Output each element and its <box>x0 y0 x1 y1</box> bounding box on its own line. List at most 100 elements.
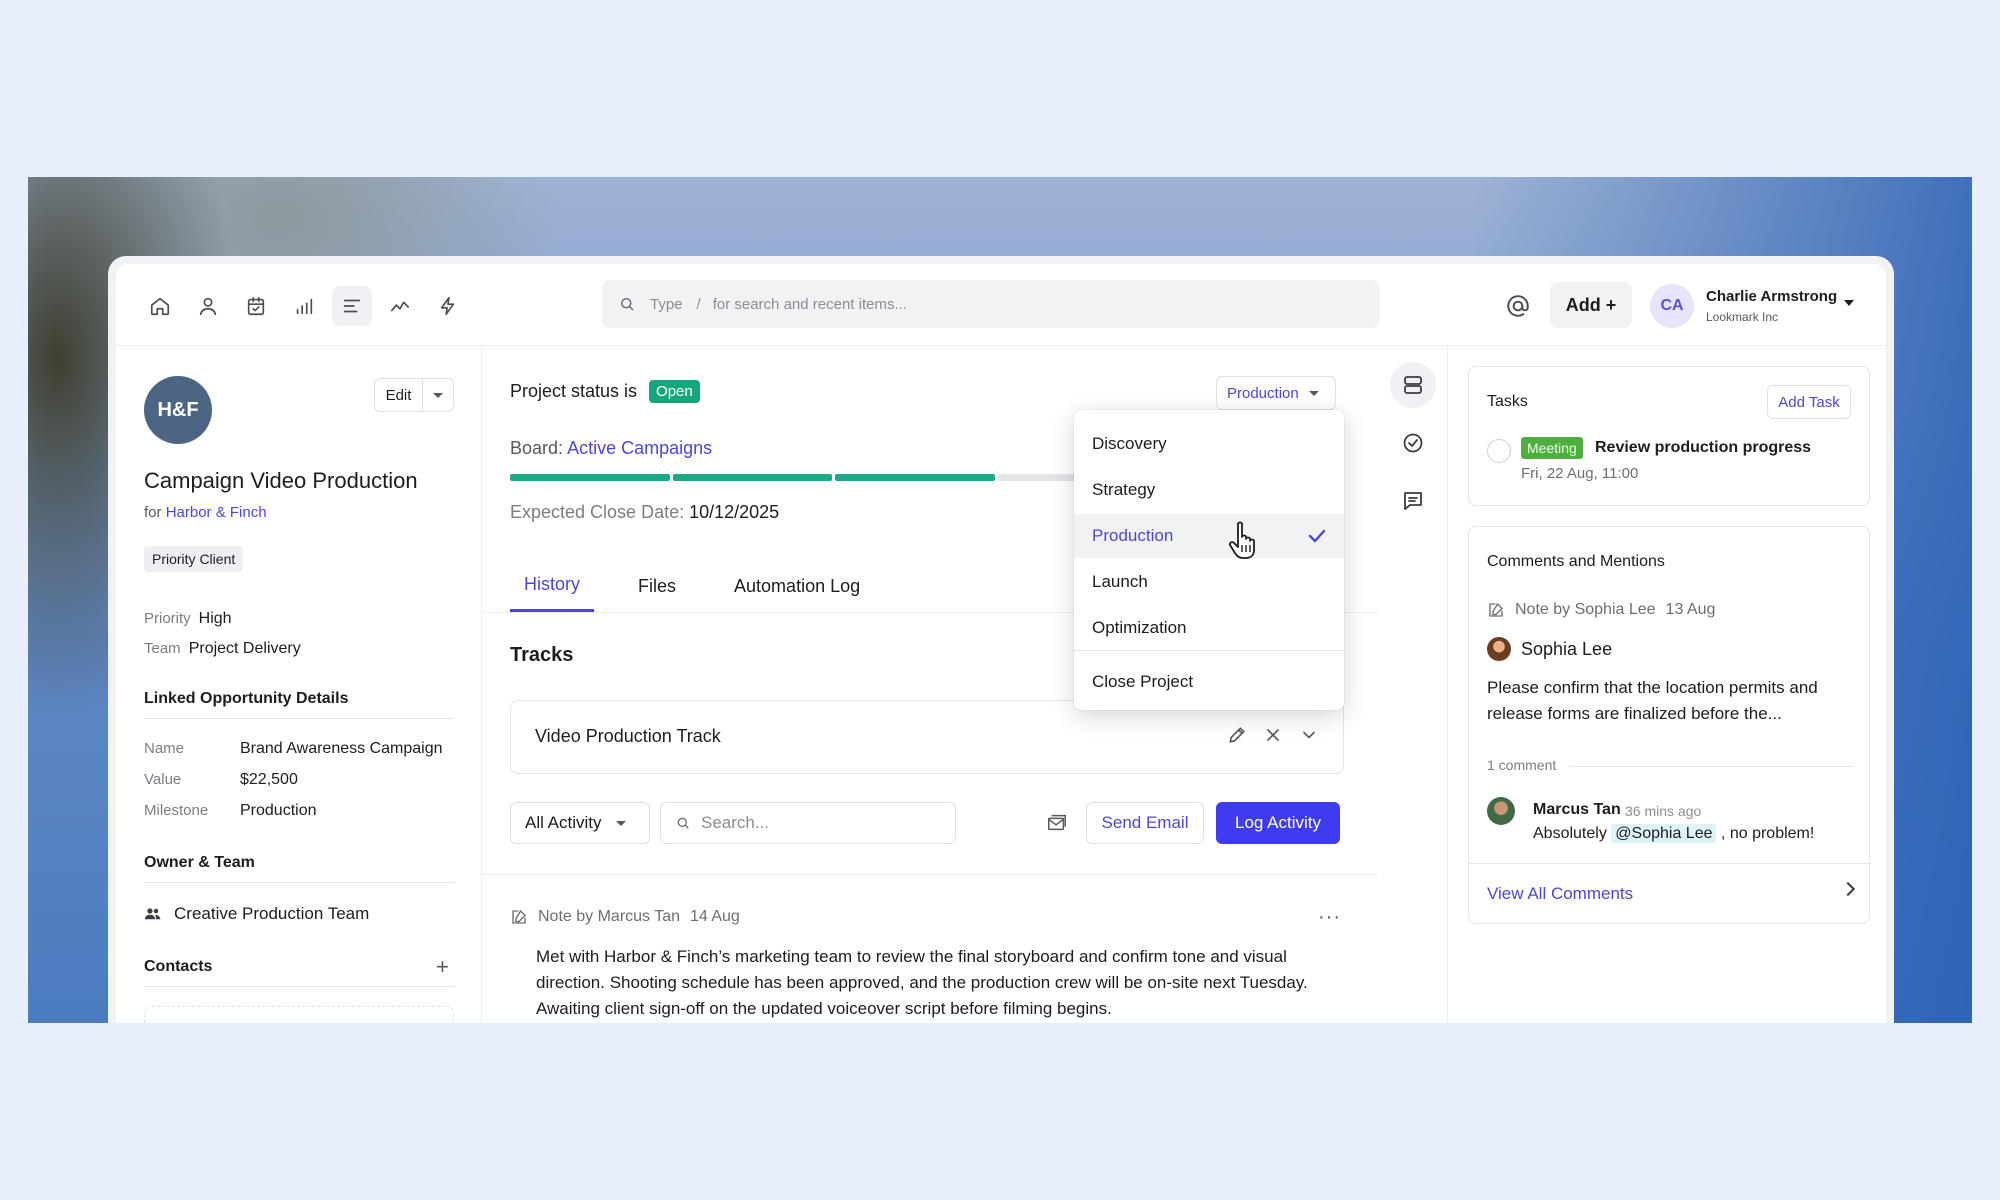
user-menu-chevron-down-icon[interactable] <box>1844 300 1854 306</box>
lightning-icon <box>440 296 455 316</box>
note-date: 14 Aug <box>690 908 740 925</box>
track-actions <box>1227 725 1319 745</box>
comment-count[interactable]: 1 comment <box>1487 757 1556 773</box>
nav-projects[interactable] <box>332 286 372 326</box>
home-icon <box>150 297 170 316</box>
app-surface: Type / for search and recent items... Ad… <box>116 264 1886 1023</box>
add-button[interactable]: Add + <box>1550 282 1632 328</box>
stage-select[interactable]: Production <box>1216 376 1336 410</box>
project-title: Campaign Video Production <box>144 468 418 493</box>
contacts-empty-dropzone[interactable] <box>144 1006 454 1023</box>
activity-filter-select[interactable]: All Activity <box>510 802 650 844</box>
note-edit-icon <box>512 909 526 924</box>
nav-home[interactable] <box>140 286 180 326</box>
priority-row: Priority High <box>144 610 232 628</box>
owner-team-item[interactable]: Creative Production Team <box>144 904 369 924</box>
user-avatar[interactable]: CA <box>1650 284 1694 328</box>
activity-search-placeholder: Search... <box>701 813 770 832</box>
close-icon[interactable] <box>1263 725 1283 745</box>
rail-tasks-button[interactable] <box>1390 420 1436 466</box>
stage-option-discovery[interactable]: Discovery <box>1074 422 1344 466</box>
comment-count-divider <box>1569 766 1853 767</box>
task-title[interactable]: Review production progress <box>1595 439 1811 457</box>
detail-value: $22,500 <box>240 771 298 788</box>
stage-option-strategy[interactable]: Strategy <box>1074 468 1344 512</box>
chevron-down-icon[interactable] <box>1299 725 1319 745</box>
add-task-button[interactable]: Add Task <box>1767 385 1851 419</box>
mentions-button[interactable] <box>1498 286 1538 326</box>
project-client-line: for Harbor & Finch <box>144 504 267 521</box>
search-type-label: Type <box>650 295 683 313</box>
stage-option-launch[interactable]: Launch <box>1074 560 1344 604</box>
project-status-line: Project status is Open <box>510 380 700 403</box>
pencil-icon[interactable] <box>1227 725 1247 745</box>
activity-divider <box>482 874 1378 875</box>
calendar-icon <box>247 296 265 316</box>
comment-author: Sophia Lee <box>1487 637 1612 661</box>
activity-sidebar: Tasks Add Task Meeting Review production… <box>1448 346 1886 1023</box>
detail-value: Production <box>240 802 317 819</box>
client-link[interactable]: Harbor & Finch <box>166 504 267 521</box>
progress-segment-complete <box>835 474 995 481</box>
status-badge: Open <box>649 380 700 403</box>
more-options-icon[interactable]: ··· <box>1318 906 1341 929</box>
nav-automations[interactable] <box>428 286 468 326</box>
chevron-down-icon <box>1308 390 1319 396</box>
nav-reports[interactable] <box>284 286 324 326</box>
priority-value: High <box>198 610 232 627</box>
add-contact-plus-icon[interactable]: + <box>436 954 449 980</box>
view-all-comments-link[interactable]: View All Comments <box>1469 863 1871 923</box>
close-project-option[interactable]: Close Project <box>1074 660 1344 704</box>
tab-automation-log[interactable]: Automation Log <box>720 560 874 612</box>
track-card[interactable]: Video Production Track <box>510 700 1344 774</box>
stage-option-optimization[interactable]: Optimization <box>1074 606 1344 650</box>
contacts-heading: Contacts <box>144 958 454 987</box>
owner-team-heading: Owner & Team <box>144 854 454 883</box>
reply-timestamp: 36 mins ago <box>1625 803 1702 819</box>
nav-analytics[interactable] <box>380 286 420 326</box>
rail-comments-button[interactable] <box>1390 478 1436 524</box>
activity-search-input[interactable]: Search... <box>660 802 956 844</box>
stage-dropdown-menu: Discovery Strategy Production Launch Opt… <box>1074 410 1344 710</box>
note-body: Met with Harbor & Finch’s marketing team… <box>536 947 1308 1018</box>
edit-menu-button[interactable] <box>423 379 453 411</box>
dropdown-divider <box>1074 650 1344 651</box>
edit-button[interactable]: Edit <box>375 379 423 411</box>
stage-option-production[interactable]: Production <box>1074 514 1344 558</box>
tasks-title: Tasks <box>1487 393 1528 410</box>
email-templates-button[interactable] <box>1046 812 1068 839</box>
checkmark-icon <box>1308 528 1326 543</box>
note-header: Note by Marcus Tan 14 Aug <box>510 908 740 926</box>
send-email-button[interactable]: Send Email <box>1086 802 1204 844</box>
rail-details-button[interactable] <box>1390 362 1436 408</box>
nav-contacts[interactable] <box>188 286 228 326</box>
board-link[interactable]: Active Campaigns <box>567 438 712 458</box>
person-icon <box>199 297 217 316</box>
detail-row-milestone: Milestone Production <box>144 802 454 819</box>
detail-label: Name <box>144 740 185 757</box>
tab-history[interactable]: History <box>510 560 595 612</box>
nav-calendar[interactable] <box>236 286 276 326</box>
close-date-value: 10/12/2025 <box>689 502 780 522</box>
linked-opportunity-heading: Linked Opportunity Details <box>144 690 454 719</box>
global-search-input[interactable]: Type / for search and recent items... <box>602 280 1380 328</box>
log-activity-button[interactable]: Log Activity <box>1216 802 1340 844</box>
list-icon <box>343 299 361 313</box>
search-hint: for search and recent items... <box>712 295 907 313</box>
reply-prefix: Absolutely <box>1533 825 1607 842</box>
tab-files[interactable]: Files <box>624 560 690 612</box>
user-name[interactable]: Charlie Armstrong <box>1706 288 1837 305</box>
detail-row-name: Name Brand Awareness Campaign <box>144 740 454 757</box>
task-complete-checkbox[interactable] <box>1487 439 1511 463</box>
mention-chip[interactable]: @Sophia Lee <box>1611 824 1717 843</box>
project-tabs: History Files Automation Log <box>510 560 874 612</box>
comment-author-name: Sophia Lee <box>1521 638 1613 659</box>
mail-stack-icon <box>1048 814 1066 831</box>
app-window: Type / for search and recent items... Ad… <box>108 256 1894 1023</box>
trend-icon <box>390 301 410 312</box>
comments-title: Comments and Mentions <box>1487 553 1665 570</box>
user-organization: Lookmark Inc <box>1706 310 1779 324</box>
client-logo: H&F <box>144 376 212 444</box>
comment-body: Please confirm that the location permits… <box>1487 678 1818 723</box>
search-icon <box>677 817 689 829</box>
